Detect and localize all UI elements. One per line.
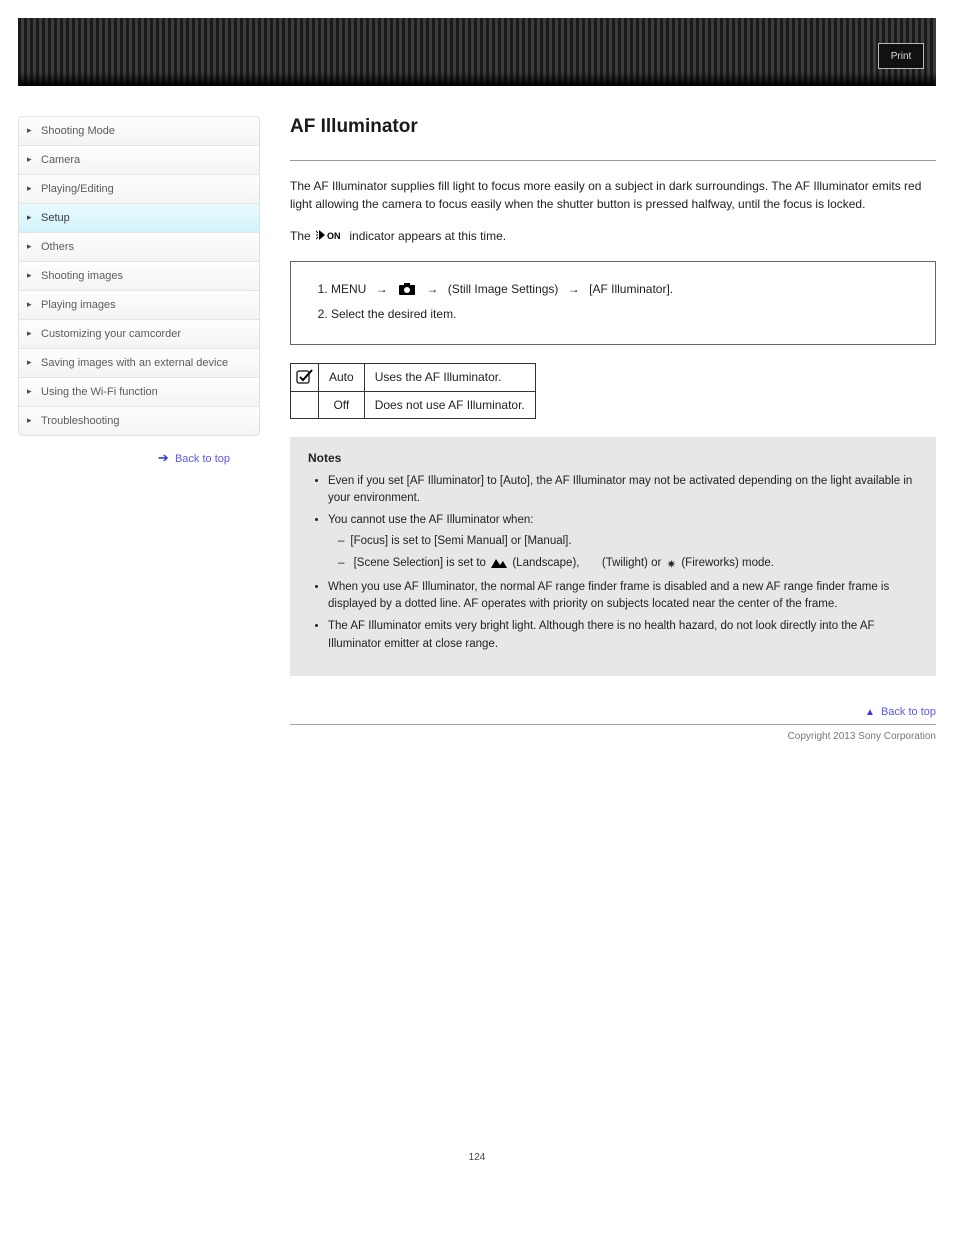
nav-customizing-camcorder[interactable]: Customizing your camcorder [19, 320, 259, 349]
sidebar-nav: Shooting Mode Camera Playing/Editing Set… [18, 116, 260, 436]
note-item: When you use AF Illuminator, the normal … [328, 579, 918, 615]
note-sub-text: (Landscape), [512, 557, 582, 569]
sidebar-back-link[interactable]: ➔ Back to top [18, 450, 260, 466]
arrow-icon: → [426, 282, 438, 296]
step1-b: (Still Image Settings) [448, 282, 562, 296]
option-desc: Does not use AF Illuminator. [364, 391, 535, 418]
footer-rule [290, 724, 936, 725]
procedure-step-1: MENU → → (Still Image Settings) → [AF Il… [331, 278, 915, 303]
option-label: Off [319, 391, 365, 418]
af-on-icon: ON [316, 228, 344, 247]
note-text: You cannot use the AF Illuminator when: [328, 514, 533, 526]
check-cell [291, 363, 319, 391]
footer-back-link[interactable]: ▲ Back to top [290, 706, 936, 718]
nav-wifi[interactable]: Using the Wi-Fi function [19, 378, 259, 407]
nav-label: Saving images with an external device [41, 357, 228, 369]
description-text: The AF Illuminator supplies fill light t… [290, 177, 936, 213]
triangle-up-icon: ▲ [865, 707, 875, 718]
back-link-text[interactable]: Back to top [175, 453, 230, 465]
note-item: Even if you set [AF Illuminator] to [Aut… [328, 473, 918, 509]
step1-menu: MENU [331, 282, 366, 296]
nav-label: Setup [41, 212, 70, 224]
sidebar: Shooting Mode Camera Playing/Editing Set… [18, 116, 260, 772]
table-row: Auto Uses the AF Illuminator. [291, 363, 536, 391]
page-title: AF Illuminator [290, 116, 936, 138]
nav-others[interactable]: Others [19, 233, 259, 262]
landscape-icon [491, 556, 507, 575]
check-icon [296, 368, 314, 384]
note-item: You cannot use the AF Illuminator when: … [328, 512, 918, 574]
note-sub-text: [Scene Selection] is set to [354, 557, 490, 569]
nav-label: Troubleshooting [41, 415, 119, 427]
nav-label: Shooting Mode [41, 125, 115, 137]
fireworks-icon: ✷ [667, 557, 677, 575]
procedure-step-2: Select the desired item. [331, 303, 915, 326]
nav-label: Using the Wi-Fi function [41, 386, 158, 398]
page-number: 124 [18, 1152, 936, 1163]
indicator-text: The ON indicator appears at this time. [290, 227, 936, 247]
main-content: AF Illuminator The AF Illuminator suppli… [290, 116, 936, 772]
nav-camera[interactable]: Camera [19, 146, 259, 175]
step1-c: [AF Illuminator]. [589, 282, 673, 296]
arrow-icon: → [568, 282, 580, 296]
nav-shooting-mode[interactable]: Shooting Mode [19, 117, 259, 146]
nav-saving-external[interactable]: Saving images with an external device [19, 349, 259, 378]
nav-setup[interactable]: Setup [19, 204, 259, 233]
option-label: Auto [319, 363, 365, 391]
option-desc: Uses the AF Illuminator. [364, 363, 535, 391]
options-table: Auto Uses the AF Illuminator. Off Does n… [290, 363, 536, 419]
copyright-text: Copyright 2013 Sony Corporation [290, 731, 936, 742]
footer-back-text[interactable]: Back to top [881, 706, 936, 718]
check-cell [291, 391, 319, 418]
nav-label: Shooting images [41, 270, 123, 282]
camera-icon [399, 280, 415, 303]
table-row: Off Does not use AF Illuminator. [291, 391, 536, 418]
print-button[interactable]: Print [878, 43, 924, 69]
svg-text:ON: ON [327, 231, 341, 241]
twilight-icon [585, 556, 597, 575]
nav-playing-editing[interactable]: Playing/Editing [19, 175, 259, 204]
nav-shooting-images[interactable]: Shooting images [19, 262, 259, 291]
note-item: The AF Illuminator emits very bright lig… [328, 618, 918, 654]
notes-title: Notes [308, 451, 918, 465]
procedure-box: MENU → → (Still Image Settings) → [AF Il… [290, 261, 936, 345]
nav-label: Customizing your camcorder [41, 328, 181, 340]
note-sub-text: (Fireworks) mode. [681, 557, 774, 569]
nav-playing-images[interactable]: Playing images [19, 291, 259, 320]
note-subitem: [Focus] is set to [Semi Manual] or [Manu… [338, 533, 918, 551]
nav-troubleshooting[interactable]: Troubleshooting [19, 407, 259, 435]
nav-label: Playing images [41, 299, 116, 311]
notes-box: Notes Even if you set [AF Illuminator] t… [290, 437, 936, 676]
title-separator [290, 160, 936, 161]
nav-label: Others [41, 241, 74, 253]
nav-label: Camera [41, 154, 80, 166]
page-header: Print [18, 18, 936, 86]
nav-label: Playing/Editing [41, 183, 114, 195]
arrow-icon: → [376, 282, 388, 296]
arrow-right-icon: ➔ [158, 450, 169, 465]
note-sub-text: (Twilight) or [602, 557, 665, 569]
note-subitem: [Scene Selection] is set to (Landscape),… [338, 555, 918, 575]
